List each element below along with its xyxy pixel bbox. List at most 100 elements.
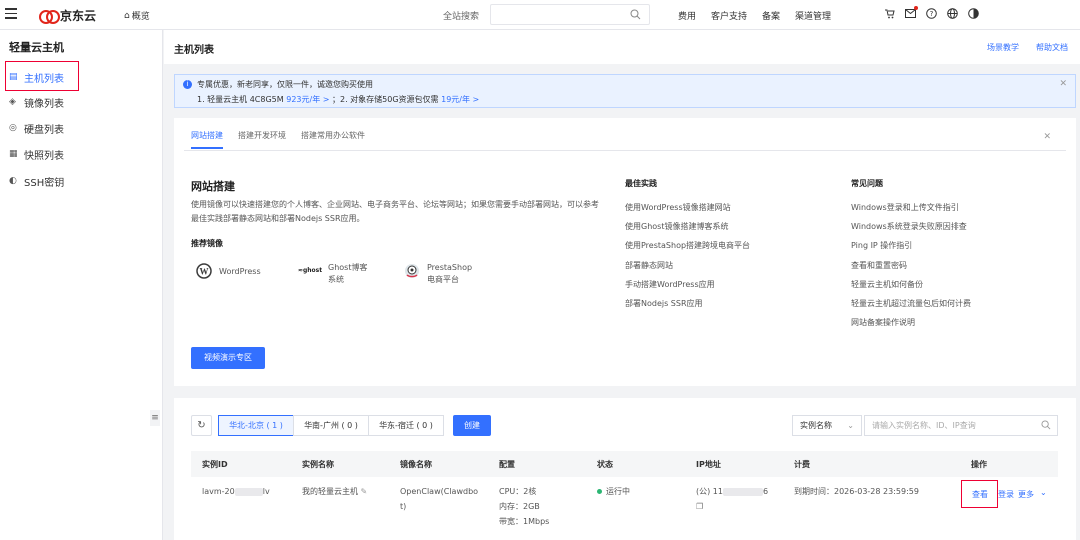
faq-link[interactable]: 网站备案操作说明	[851, 313, 971, 332]
faq-link[interactable]: Windows系统登录失败原因排查	[851, 217, 971, 236]
col-actions: 操作	[971, 460, 987, 469]
instance-search-input[interactable]: 请输入实例名称、ID、IP查询	[864, 415, 1058, 436]
brand-logo[interactable]: 京东云	[39, 7, 96, 24]
col-instance-name: 实例名称	[302, 460, 334, 469]
layers-icon: ◈	[9, 96, 16, 107]
help-docs-link[interactable]: 帮助文档	[1036, 42, 1068, 53]
col-instance-id: 实例ID	[202, 460, 228, 469]
chevron-down-icon: ⌄	[847, 421, 854, 430]
refresh-icon[interactable]: ↻	[191, 415, 212, 436]
tab-website[interactable]: 网站搭建	[191, 130, 223, 149]
region-tab-suqian[interactable]: 华东-宿迁 ( 0 )	[368, 415, 444, 436]
brand-name: 京东云	[60, 9, 97, 23]
col-ip: IP地址	[696, 460, 721, 469]
nav-filing[interactable]: 备案	[762, 9, 780, 22]
best-practice-list: 使用WordPress镜像搭建网站 使用Ghost镜像搭建博客系统 使用Pres…	[625, 198, 750, 313]
nav-support[interactable]: 客户支持	[711, 9, 747, 22]
cart-icon[interactable]	[883, 7, 895, 19]
mirror-label: PrestaShop电商平台	[427, 263, 473, 284]
region-tab-guangzhou[interactable]: 华南-广州 ( 0 )	[293, 415, 369, 436]
wordpress-icon: W	[195, 262, 213, 280]
best-practice-link[interactable]: 使用Ghost镜像搭建博客系统	[625, 217, 750, 236]
filter-field-select[interactable]: 实例名称 ⌄	[792, 415, 862, 436]
sidebar-item-disk-list[interactable]: ◎ 硬盘列表	[9, 118, 64, 138]
key-icon: ◐	[9, 175, 17, 186]
mirror-label: WordPress	[219, 267, 261, 276]
close-icon[interactable]: ✕	[1059, 79, 1067, 89]
menu-icon[interactable]	[5, 8, 17, 20]
sidebar-collapse-handle[interactable]: ≡	[150, 410, 160, 426]
sidebar-title: 轻量云主机	[9, 41, 64, 54]
sidebar-item-host-list[interactable]: ▤ 主机列表	[9, 67, 64, 87]
status-badge: 运行中	[597, 484, 630, 499]
nav-billing[interactable]: 费用	[678, 9, 696, 22]
faq-link[interactable]: 轻量云主机超过流量包后如何计费	[851, 294, 971, 313]
region-tab-beijing[interactable]: 华北-北京 ( 1 )	[218, 415, 294, 436]
search-placeholder: 请输入实例名称、ID、IP查询	[872, 421, 976, 430]
faq-link[interactable]: Windows登录和上传文件指引	[851, 198, 971, 217]
sidebar-item-image-list[interactable]: ◈ 镜像列表	[9, 92, 64, 112]
guide-description: 使用镜像可以快速搭建您的个人博客、企业网站、电子商务平台、论坛等网站；如果您需要…	[191, 200, 599, 223]
create-instance-button[interactable]: 创建	[453, 415, 491, 436]
guide-title: 网站搭建	[191, 180, 235, 193]
page-header: 主机列表 场景教学 帮助文档	[164, 30, 1080, 64]
running-dot-icon	[597, 489, 602, 494]
sidebar-item-label: SSH密钥	[24, 177, 65, 189]
top-navbar: 京东云 ⌂ 概览 全站搜索 费用 客户支持 备案 渠道管理 ?	[0, 0, 1080, 30]
mirror-prestashop[interactable]: PrestaShop电商平台	[403, 262, 475, 286]
video-demo-button[interactable]: 视频演示专区	[191, 347, 265, 369]
faq-link[interactable]: 轻量云主机如何备份	[851, 275, 971, 294]
scene-tutorial-link[interactable]: 场景教学	[987, 42, 1019, 53]
tab-office-software[interactable]: 搭建常用办公软件	[301, 130, 365, 141]
search-icon[interactable]	[1041, 420, 1051, 430]
instance-list-card: ↻ 华北-北京 ( 1 ) 华南-广州 ( 0 ) 华东-宿迁 ( 0 ) 创建…	[174, 398, 1076, 540]
redacted-block	[722, 487, 763, 496]
tab-dev-env[interactable]: 搭建开发环境	[238, 130, 286, 141]
close-icon[interactable]: ✕	[1043, 132, 1051, 142]
offer-link-2[interactable]: 19元/年 >	[441, 95, 479, 104]
faq-link[interactable]: 查看和重置密码	[851, 256, 971, 275]
overview-link[interactable]: ⌂ 概览	[124, 9, 150, 23]
sidebar-item-label: 快照列表	[24, 150, 64, 162]
filter-field-value: 实例名称	[800, 421, 832, 430]
best-practice-link[interactable]: 手动搭建WordPress应用	[625, 275, 750, 294]
snapshot-icon: ▦	[9, 148, 18, 159]
global-search-input[interactable]	[490, 4, 650, 25]
edit-icon[interactable]: ✎	[361, 487, 368, 496]
language-icon[interactable]	[946, 7, 958, 19]
view-button[interactable]: 查看	[972, 489, 988, 500]
page-title: 主机列表	[174, 45, 214, 56]
offer-link-1[interactable]: 923元/年 >	[286, 95, 329, 104]
col-billing: 计费	[794, 460, 810, 469]
best-practice-link[interactable]: 使用PrestaShop搭建跨境电商平台	[625, 236, 750, 255]
more-button[interactable]: 更多	[1018, 489, 1034, 500]
unread-badge	[914, 6, 918, 10]
image-name: OpenClaw(Clawdbo t)	[400, 487, 479, 511]
help-icon[interactable]: ?	[925, 7, 937, 19]
nav-channel[interactable]: 渠道管理	[795, 9, 831, 22]
global-search-label: 全站搜索	[443, 12, 480, 22]
mirror-ghost[interactable]: ≈ghost Ghost博客系统	[298, 262, 368, 286]
col-config: 配置	[499, 460, 515, 469]
table-header: 实例ID 实例名称 镜像名称 配置 状态 IP地址 计费 操作	[191, 451, 1058, 477]
best-practice-title: 最佳实践	[625, 179, 657, 188]
mirror-wordpress[interactable]: W WordPress	[195, 262, 261, 280]
faq-link[interactable]: Ping IP 操作指引	[851, 236, 971, 255]
login-button[interactable]: 登录	[998, 489, 1014, 500]
best-practice-link[interactable]: 部署Nodejs SSR应用	[625, 294, 750, 313]
recommended-images-label: 推荐镜像	[191, 239, 223, 248]
notice-offer-2: ；2. 对象存储50G资源包仅需	[332, 95, 439, 104]
best-practice-link[interactable]: 部署静态网站	[625, 256, 750, 275]
document-icon: ▤	[9, 71, 18, 82]
info-icon: i	[183, 80, 192, 89]
copy-icon[interactable]: ❐	[696, 499, 768, 514]
sidebar-item-snapshot-list[interactable]: ▦ 快照列表	[9, 144, 64, 164]
chevron-down-icon[interactable]: ⌄	[1040, 488, 1047, 497]
instance-id[interactable]: lavm-20 lv	[202, 484, 270, 499]
prestashop-icon	[403, 262, 421, 280]
best-practice-link[interactable]: 使用WordPress镜像搭建网站	[625, 198, 750, 217]
sidebar-item-ssh-keys[interactable]: ◐ SSH密钥	[9, 171, 64, 191]
header-links: 场景教学 帮助文档	[987, 42, 1068, 53]
message-icon[interactable]	[904, 6, 918, 19]
theme-icon[interactable]	[967, 7, 979, 19]
